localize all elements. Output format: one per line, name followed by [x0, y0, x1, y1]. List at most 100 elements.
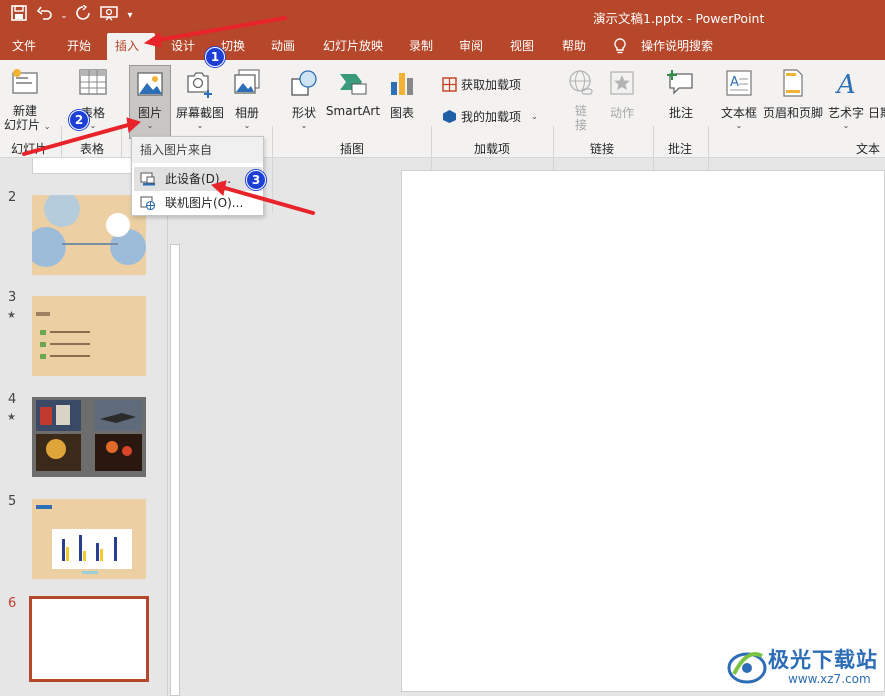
my-addins-button[interactable]: 我的加载项 ⌄: [442, 108, 538, 125]
svg-text:A: A: [835, 70, 856, 98]
tab-view[interactable]: 视图: [502, 33, 542, 60]
datetime-button[interactable]: 日期: [868, 104, 885, 121]
redo-icon[interactable]: [72, 4, 94, 27]
link-globe-icon: [569, 70, 593, 95]
tab-insert[interactable]: 插入: [107, 33, 155, 60]
slide-thumbnail-6-selected[interactable]: [29, 596, 149, 682]
tab-home[interactable]: 开始: [59, 33, 99, 60]
chart-icon: [391, 73, 413, 95]
step-badge-2: 2: [69, 110, 89, 130]
tab-animations[interactable]: 动画: [263, 33, 303, 60]
slide-number-3: 3: [8, 290, 17, 305]
animation-star-icon: ★: [7, 412, 16, 423]
step-badge-1: 1: [205, 47, 225, 67]
lightbulb-icon: [613, 38, 627, 59]
slide-thumbnail-2[interactable]: [32, 195, 146, 275]
group-label-text: 文本: [856, 142, 881, 156]
picture-icon: [137, 72, 163, 96]
chart-button[interactable]: 图表: [386, 68, 418, 121]
quick-access-toolbar: ⌄ ▾: [8, 4, 136, 27]
comment-button[interactable]: 批注: [664, 68, 698, 121]
animation-star-icon: ★: [7, 310, 16, 321]
slide-number-2: 2: [8, 190, 17, 205]
online-pictures-icon: [140, 196, 155, 210]
new-slide-icon: [12, 69, 38, 94]
slide-thumbnail-4[interactable]: [32, 397, 146, 477]
shapes-icon: [291, 70, 317, 96]
photo-album-label: 相册: [234, 106, 259, 120]
slide-editing-canvas[interactable]: [401, 170, 885, 692]
my-addins-icon: [443, 110, 456, 123]
photo-album-button[interactable]: 相册 ⌄: [230, 68, 264, 130]
shapes-button[interactable]: 形状 ⌄: [284, 68, 324, 130]
header-footer-button[interactable]: 页眉和页脚: [762, 68, 824, 121]
thumbnail-scrollbar[interactable]: [167, 160, 182, 696]
slide-number-5: 5: [8, 494, 17, 509]
save-icon[interactable]: [8, 5, 30, 27]
watermark: 极光下载站 www.xz7.com: [726, 640, 881, 692]
tab-help[interactable]: 帮助: [554, 33, 594, 60]
wordart-label: 艺术字: [827, 106, 864, 120]
wordart-icon: A: [835, 70, 856, 98]
comment-icon: [667, 70, 693, 95]
get-addins-label: 获取加载项: [461, 78, 522, 92]
present-from-start-icon[interactable]: [98, 5, 120, 27]
textbox-icon: A: [726, 70, 752, 96]
screenshot-icon: [187, 72, 212, 98]
group-label-slides: 幻灯片: [11, 142, 48, 156]
insert-picture-dropdown: 插入图片来自 此设备(D)... 联机图片(O)...: [131, 136, 264, 216]
action-star-icon: [610, 71, 634, 95]
group-label-links: 链接: [590, 142, 615, 156]
tell-me-search[interactable]: 操作说明搜索: [633, 33, 721, 60]
pictures-label: 图片: [137, 106, 162, 120]
window-title: 演示文稿1.pptx - PowerPoint: [593, 11, 765, 26]
photo-album-icon: [234, 69, 260, 94]
customize-qat-icon[interactable]: ▾: [124, 5, 136, 27]
slide-number-4: 4: [8, 392, 17, 407]
tab-slideshow[interactable]: 幻灯片放映: [315, 33, 391, 60]
store-icon: [442, 77, 457, 92]
pictures-button[interactable]: 图片 ⌄: [129, 65, 171, 139]
textbox-label: 文本框: [720, 106, 757, 120]
ribbon-tabs: 文件 开始 插入 设计 切换 动画 幻灯片放映 录制 审阅 视图 帮助 操作说明…: [0, 33, 885, 60]
menu-header: 插入图片来自: [132, 137, 263, 163]
action-label: 动作: [609, 106, 634, 120]
menu-item-this-device[interactable]: 此设备(D)...: [134, 167, 262, 191]
tab-design[interactable]: 设计: [163, 33, 203, 60]
slide-thumbnail-pane: 2 3 ★ 4 ★ 5 6: [0, 158, 185, 696]
tab-file[interactable]: 文件: [4, 33, 44, 60]
smartart-label: SmartArt: [325, 104, 381, 118]
link-button[interactable]: 链 接: [564, 68, 598, 132]
slide-thumbnail-5[interactable]: [32, 499, 146, 579]
scrollbar-thumb[interactable]: [170, 244, 180, 696]
menu-item-this-device-label: 此设备(D)...: [165, 172, 232, 186]
screenshot-button[interactable]: 屏幕截图 ⌄: [174, 68, 226, 130]
group-label-comments: 批注: [668, 142, 693, 156]
undo-icon[interactable]: [34, 5, 56, 27]
new-slide-label-line2: 幻灯片 ⌄: [4, 118, 51, 132]
wordart-button[interactable]: A 艺术字 ⌄: [826, 68, 866, 130]
smartart-button[interactable]: SmartArt: [325, 68, 381, 118]
undo-dropdown-icon[interactable]: ⌄: [60, 5, 68, 27]
tab-record[interactable]: 录制: [401, 33, 441, 60]
comment-label: 批注: [668, 106, 693, 120]
slide-thumbnail-1[interactable]: [32, 158, 146, 174]
smartart-icon: [340, 74, 367, 95]
step-badge-3: 3: [246, 170, 266, 190]
new-slide-label-line1: 新建: [12, 104, 37, 118]
svg-text:A: A: [730, 75, 739, 90]
title-bar: ⌄ ▾ 演示文稿1.pptx - PowerPoint: [0, 0, 885, 33]
slide-thumbnail-3[interactable]: [32, 296, 146, 376]
textbox-button[interactable]: A 文本框 ⌄: [718, 68, 760, 130]
action-button[interactable]: 动作: [604, 68, 640, 121]
watermark-title: 极光下载站: [768, 648, 878, 672]
powerpoint-window: ⌄ ▾ 演示文稿1.pptx - PowerPoint 文件 开始 插入 设计 …: [0, 0, 885, 696]
menu-item-online-pictures-label: 联机图片(O)...: [165, 196, 244, 210]
new-slide-button[interactable]: 新建 幻灯片 ⌄: [4, 68, 51, 134]
link-label-1: 链: [574, 104, 587, 118]
slide-number-6: 6: [8, 596, 17, 611]
get-addins-button[interactable]: 获取加载项: [442, 76, 521, 93]
tab-review[interactable]: 审阅: [451, 33, 491, 60]
watermark-url: www.xz7.com: [788, 672, 871, 686]
menu-item-online-pictures[interactable]: 联机图片(O)...: [134, 191, 262, 215]
